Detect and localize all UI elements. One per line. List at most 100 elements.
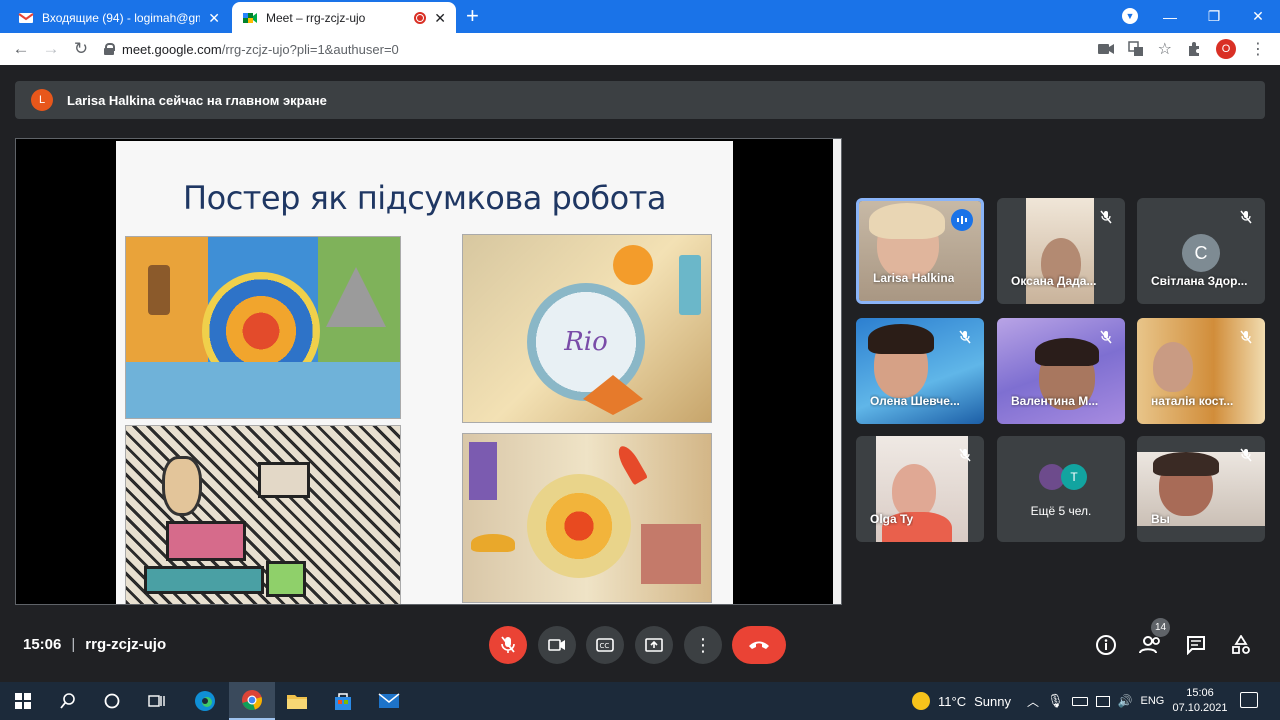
tab-meet[interactable]: Meet – rrg-zcjz-ujo ✕ [232, 2, 456, 33]
house-drawing [469, 442, 497, 500]
browser-tab-strip: Входящие (94) - logimah@gmail ✕ Meet – r… [0, 0, 1280, 33]
self-view-tile[interactable]: Вы [1137, 436, 1265, 542]
shared-screen-scrollbar[interactable] [833, 139, 841, 604]
leave-call-button[interactable] [732, 626, 786, 664]
mail-icon [378, 693, 400, 708]
participant-tile[interactable]: наталія кост... [1137, 318, 1265, 424]
camera-icon [548, 639, 565, 651]
new-tab-icon[interactable]: + [466, 4, 479, 28]
poster-image-africa [125, 425, 401, 604]
battery-icon[interactable] [1071, 696, 1088, 706]
separator: | [71, 636, 76, 653]
menu-kebab-icon[interactable]: ⋮ [1250, 39, 1266, 59]
presentation-slide: Постер як підсумкова робота Rio [116, 141, 733, 604]
mail-app[interactable] [366, 682, 412, 720]
back-icon[interactable]: ← [6, 39, 36, 59]
recording-icon [414, 11, 427, 24]
translate-icon[interactable] [1127, 41, 1144, 57]
reload-icon[interactable]: ↻ [66, 39, 96, 59]
participant-tile[interactable]: С Світлана Здор... [1137, 198, 1265, 304]
search-button[interactable] [45, 682, 91, 720]
weather-widget[interactable]: 11°C Sunny [912, 682, 1011, 720]
address-bar[interactable]: meet.google.com/rrg-zcjz-ujo?pli=1&authu… [104, 36, 1174, 62]
clock-widget[interactable]: 15:06 07.10.2021 [1170, 686, 1230, 716]
store-app[interactable] [320, 682, 366, 720]
close-icon[interactable]: ✕ [434, 11, 446, 25]
flower-mandala-drawing [527, 474, 631, 578]
chevron-up-icon[interactable]: ︿ [1027, 693, 1039, 710]
more-options-button[interactable]: ⋮ [684, 626, 722, 664]
mic-off-icon [1097, 328, 1115, 346]
participants-count-badge: 14 [1151, 618, 1170, 637]
participant-name: Валентина М... [1011, 394, 1099, 408]
camera-toggle-button[interactable] [538, 626, 576, 664]
sun-pattern-drawing [266, 561, 306, 597]
mic-off-icon [956, 328, 974, 346]
pattern-drawing [144, 566, 264, 594]
cortana-button[interactable] [89, 682, 135, 720]
extensions-icon[interactable] [1186, 41, 1202, 57]
network-icon[interactable] [1095, 695, 1110, 707]
poster-image-rio: Rio [462, 234, 712, 423]
mic-toggle-button[interactable] [489, 626, 527, 664]
close-icon[interactable]: ✕ [208, 11, 220, 25]
pattern-drawing [166, 521, 246, 561]
presenter-text: Larisa Halkina сейчас на главном экране [67, 92, 327, 108]
tab-title: Входящие (94) - logimah@gmail [42, 10, 201, 25]
meeting-time: 15:06 [23, 636, 62, 653]
svg-text:CC: CC [600, 642, 610, 650]
present-now-button[interactable] [635, 626, 673, 664]
participant-name: Larisa Halkina [873, 271, 955, 285]
chat-button[interactable] [1181, 630, 1211, 660]
participant-tile[interactable]: Larisa Halkina [856, 198, 984, 304]
sombrero-drawing [471, 534, 515, 552]
task-view-button[interactable] [134, 682, 180, 720]
more-participants-tile[interactable]: T Ещё 5 чел. [997, 436, 1125, 542]
poster-image-aztec [125, 236, 401, 419]
participant-name: Olga Ty [870, 512, 914, 526]
pyramid-drawing [326, 267, 386, 327]
start-button[interactable] [0, 682, 46, 720]
input-language[interactable]: ENG [1140, 695, 1164, 707]
captions-button[interactable]: CC [586, 626, 624, 664]
participant-hair [868, 324, 934, 354]
bookmark-star-icon[interactable]: ☆ [1158, 39, 1172, 59]
mic-off-icon [1237, 208, 1255, 226]
microphone-icon[interactable]: 🎙 [1047, 693, 1064, 709]
camera-indicator-icon[interactable] [1097, 43, 1114, 55]
presenter-banner: L Larisa Halkina сейчас на главном экран… [15, 81, 1265, 119]
profile-avatar[interactable]: O [1216, 39, 1236, 59]
meeting-details-button[interactable] [1091, 630, 1121, 660]
hand-drawing [641, 524, 701, 584]
more-participants-label: Ещё 5 чел. [1030, 504, 1092, 518]
people-icon [1139, 636, 1160, 654]
notification-center-icon[interactable] [1240, 692, 1258, 708]
participant-tile[interactable]: Валентина М... [997, 318, 1125, 424]
tab-gmail[interactable]: Входящие (94) - logimah@gmail ✕ [8, 2, 230, 33]
mic-off-icon [956, 446, 974, 464]
meeting-code[interactable]: rrg-zcjz-ujo [85, 636, 166, 653]
participant-name: наталія кост... [1151, 394, 1234, 408]
participant-tile[interactable]: Olga Ty [856, 436, 984, 542]
close-window-icon[interactable]: ✕ [1236, 8, 1280, 25]
rio-text: Rio [564, 327, 608, 357]
edge-icon [195, 691, 215, 711]
forward-icon[interactable]: → [36, 39, 66, 59]
mic-off-icon [1097, 208, 1115, 226]
minimize-icon[interactable]: — [1148, 9, 1192, 25]
browser-toolbar: ← → ↻ meet.google.com/rrg-zcjz-ujo?pli=1… [0, 33, 1280, 65]
volume-icon[interactable]: 🔊 [1118, 694, 1133, 708]
participant-name: Олена Шевче... [870, 394, 960, 408]
chrome-app[interactable] [229, 682, 275, 720]
poster-image-mexico [462, 433, 712, 603]
activities-button[interactable] [1226, 630, 1256, 660]
participant-tile[interactable]: Оксана Дада... [997, 198, 1125, 304]
file-explorer-app[interactable] [274, 682, 320, 720]
lock-icon [104, 43, 115, 55]
restore-icon[interactable]: ❐ [1192, 8, 1236, 25]
participant-tile[interactable]: Олена Шевче... [856, 318, 984, 424]
edge-app[interactable] [182, 682, 228, 720]
windows-taskbar: 11°C Sunny ︿ 🎙 🔊 ENG 15:06 07.10.2021 [0, 682, 1280, 720]
task-view-icon [148, 695, 165, 707]
tab-search-icon[interactable]: ▼ [1122, 8, 1138, 24]
